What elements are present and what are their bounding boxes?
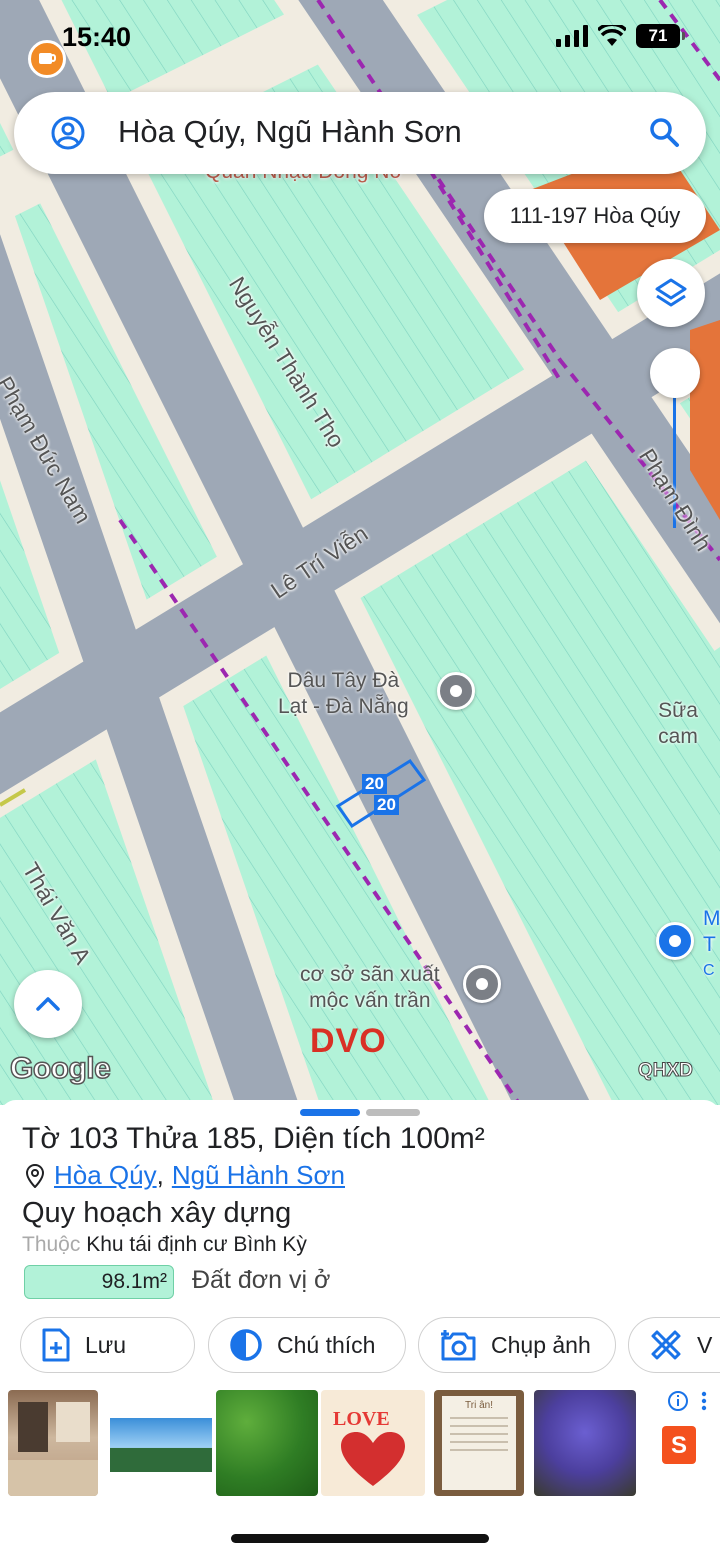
ad-carousel[interactable]: LOVE Tri ân! S [0, 1388, 720, 1500]
area-type: Đất đơn vị ở [192, 1266, 331, 1294]
plot-dimension-label: 20 [362, 774, 387, 794]
poi-label-strawberry: Dâu Tây Đà Lạt - Đà Nẵng [278, 669, 409, 718]
measure-label: V [697, 1331, 713, 1358]
account-icon[interactable] [50, 115, 86, 151]
sheet-handle-active[interactable] [300, 1109, 360, 1116]
poi-label-milk: Sữa cam [658, 699, 698, 748]
location-row: Hòa Qúy , Ngũ Hành Sơn [26, 1160, 345, 1191]
ad-thumb-kitchen[interactable] [8, 1390, 98, 1496]
expand-up-button[interactable] [14, 970, 82, 1038]
photo-label: Chụp ảnh [491, 1331, 591, 1358]
google-logo: Google [9, 1051, 111, 1086]
plan-title: Quy hoạch xây dựng [22, 1197, 292, 1229]
ad-thumb-love[interactable]: LOVE [321, 1390, 425, 1496]
ad-thumb-card[interactable]: Tri ân! [434, 1390, 524, 1496]
layer-code: QHXD [638, 1060, 694, 1082]
ad-thumb-card-text: Tri ân! [465, 1400, 493, 1411]
ruler-pencil-icon [651, 1330, 681, 1360]
signal-icon [556, 25, 588, 47]
search-bar[interactable]: Hòa Qúy, Ngũ Hành Sơn [14, 92, 706, 174]
legend-button[interactable]: Chú thích [208, 1317, 406, 1373]
bottom-sheet: Tờ 103 Thửa 185, Diện tích 100m² Hòa Qúy… [0, 1100, 720, 1559]
status-time: 15:40 [62, 22, 132, 52]
ad-thumb-landscape[interactable] [110, 1390, 212, 1496]
save-label: Lưu [85, 1331, 126, 1358]
map-view[interactable]: 15:40 71 Quán Nhậu Đồng Nơ Hòa Qúy, Ngũ … [0, 0, 720, 1105]
measure-button[interactable]: V [628, 1317, 720, 1373]
photo-button[interactable]: Chụp ảnh [418, 1317, 616, 1373]
location-separator: , [156, 1160, 164, 1190]
battery-indicator: 71 [636, 24, 685, 48]
camera-add-icon [441, 1330, 476, 1361]
ad-info-icon[interactable] [668, 1390, 712, 1417]
sheet-handle-inactive[interactable] [366, 1109, 420, 1116]
opacity-slider-knob[interactable] [650, 348, 700, 398]
ad-thumb-flowers[interactable] [534, 1390, 636, 1496]
contrast-icon [230, 1329, 262, 1361]
poi-label-right-partial: M T C [703, 907, 720, 979]
ad-thumb-hedge[interactable] [216, 1390, 318, 1496]
layers-button[interactable] [637, 259, 705, 327]
belongs-name: Khu tái định cư Bình Kỳ [86, 1233, 307, 1256]
heart-icon [341, 1432, 405, 1486]
poi-pin-ceiling-workshop[interactable] [463, 965, 501, 1003]
location-pin-icon [26, 1163, 44, 1188]
wifi-icon [598, 25, 626, 46]
shopping-poi-icon[interactable] [656, 922, 694, 960]
save-button[interactable]: Lưu [20, 1317, 195, 1373]
ad-thumb-love-text: LOVE [333, 1408, 390, 1430]
watermark-dvo: DVO [310, 1022, 387, 1060]
search-input[interactable]: Hòa Qúy, Ngũ Hành Sơn [118, 114, 462, 150]
shopee-icon[interactable]: S [662, 1426, 696, 1464]
status-icons: 71 [556, 24, 685, 48]
ward-link[interactable]: Hòa Qúy [54, 1160, 157, 1191]
search-icon[interactable] [648, 116, 680, 148]
action-row: Lưu Chú thích Chụp ảnh V [0, 1317, 720, 1375]
home-indicator[interactable] [231, 1534, 489, 1543]
cafe-poi-icon[interactable] [28, 40, 66, 78]
legend-label: Chú thích [277, 1331, 376, 1358]
add-file-icon [42, 1328, 70, 1362]
parcel-title: Tờ 103 Thửa 185, Diện tích 100m² [22, 1122, 485, 1155]
belongs-line: Thuộc Khu tái định cư Bình Kỳ [22, 1233, 307, 1257]
area-swatch: 98.1m² [24, 1265, 174, 1299]
poi-label-ceiling-workshop: cơ sở sãn xuất mộc vấn trần [300, 963, 440, 1012]
chevron-up-icon [36, 997, 60, 1011]
belongs-prefix: Thuộc [22, 1233, 81, 1256]
status-bar: 15:40 71 [0, 0, 720, 80]
poi-pin-strawberry[interactable] [437, 672, 475, 710]
address-chip[interactable]: 111-197 Hòa Qúy [484, 189, 706, 243]
layers-icon [655, 278, 687, 307]
district-link[interactable]: Ngũ Hành Sơn [172, 1160, 345, 1191]
plot-dimension-label: 20 [374, 795, 399, 815]
